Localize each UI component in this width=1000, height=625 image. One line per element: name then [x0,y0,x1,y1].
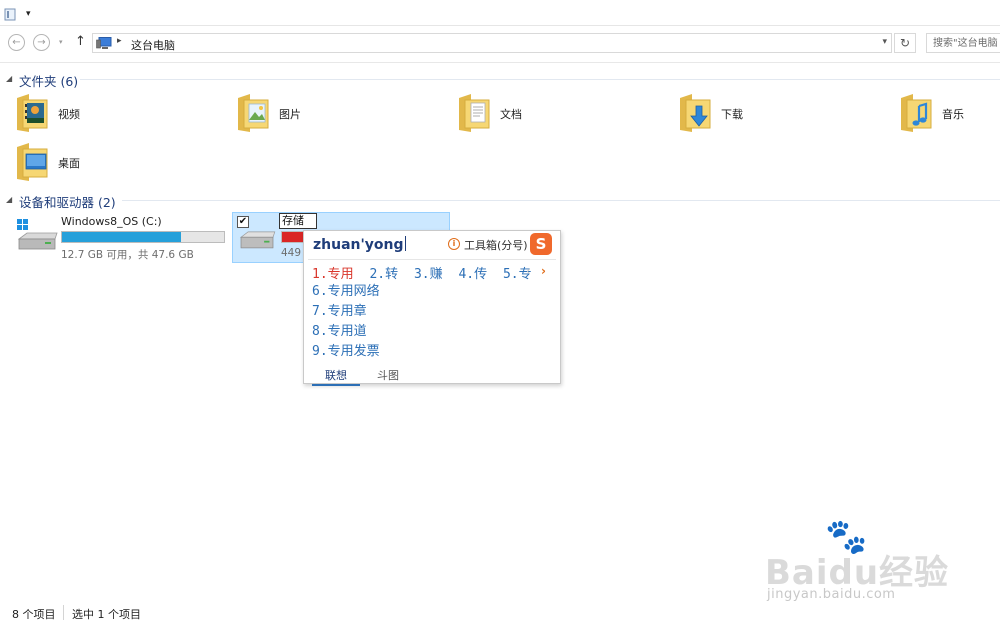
customize-toolbar-icon[interactable]: ▾ [26,9,31,19]
folder-label: 音乐 [942,108,964,121]
status-bar: 8 个项目 选中 1 个项目 [0,601,1000,625]
ime-toolbox-button[interactable]: 工具箱(分号) [464,237,528,253]
devices-section-header[interactable]: ◢ 设备和驱动器 (2) [0,190,1000,210]
folder-label: 图片 [279,108,301,121]
navigation-bar: ← → ▾ ↑ ▸ 这台电脑 ▾ ↻ [0,28,1000,58]
folder-documents[interactable]: 文档 [457,92,657,136]
folder-downloads[interactable]: 下载 [678,92,878,136]
section-divider [80,79,1000,80]
collapse-icon[interactable]: ◢ [6,195,12,204]
folder-label: 视频 [58,108,80,121]
ime-candidate-window: zhuan'yong i 工具箱(分号) S 1.专用 2.转 3.赚 4.传 … [303,230,561,386]
folders-section-title: 文件夹 (6) [19,74,79,89]
sogou-logo-icon[interactable]: S [530,233,552,255]
info-icon[interactable]: i [448,238,460,250]
folder-videos[interactable]: 视频 [15,92,215,136]
ime-candidate[interactable]: 7.专用章 [312,302,380,322]
selection-count: 选中 1 个项目 [72,608,141,621]
ribbon-divider [0,62,1000,63]
status-divider [63,605,64,620]
back-button[interactable]: ← [8,34,25,51]
this-pc-icon [96,37,112,49]
text-caret [404,236,406,251]
ime-tab-meme[interactable]: 斗图 [377,367,399,383]
properties-icon[interactable] [4,8,16,21]
ime-divider [308,259,556,260]
folder-music[interactable]: 音乐 [899,92,1000,136]
drive-icon [239,231,276,249]
folder-pictures[interactable]: 图片 [236,92,436,136]
address-history-icon[interactable]: ▾ [882,37,887,47]
drive-usage-bar [61,231,225,243]
breadcrumb-this-pc[interactable]: 这台电脑 [131,37,175,53]
devices-section-title: 设备和驱动器 (2) [19,195,116,210]
system-drive-icon [17,219,58,250]
address-bar[interactable]: ▸ 这台电脑 ▾ [92,33,892,53]
ime-candidate[interactable]: 1.专用 [312,267,354,282]
baidu-watermark: 🐾 Baidu经验 jingyan.baidu.com [765,517,985,607]
ime-candidate[interactable]: 2.转 [369,267,398,282]
forward-button[interactable]: → [33,34,50,51]
section-divider [122,200,1000,201]
ime-next-page-icon[interactable]: › [541,264,546,278]
ime-candidate[interactable]: 9.专用发票 [312,342,380,362]
desktop-folder-icon [17,143,48,181]
pictures-folder-icon [238,94,269,132]
watermark-site: jingyan.baidu.com [767,587,896,602]
ime-prev-page-icon[interactable]: ‹ [526,264,531,278]
folders-section-header[interactable]: ◢ 文件夹 (6) [0,69,1000,89]
ime-candidate[interactable]: 8.专用道 [312,322,380,342]
drive-free-space: 449 [281,247,302,259]
drive-c[interactable]: Windows8_OS (C:) 12.7 GB 可用，共 47.6 GB [15,213,230,263]
search-box[interactable] [926,33,1000,53]
ime-composition-text: zhuan'yong [313,236,406,253]
ime-candidate[interactable]: 6.专用网络 [312,282,380,302]
ime-tab-association[interactable]: 联想 [312,367,360,386]
ime-candidate[interactable]: 4.传 [458,267,487,282]
up-button[interactable]: ↑ [75,34,86,49]
rename-field[interactable]: 存储 [279,213,317,229]
drive-free-space: 12.7 GB 可用，共 47.6 GB [61,249,194,261]
search-input[interactable] [927,34,1000,52]
documents-folder-icon [459,94,490,132]
folder-label: 下载 [721,108,743,121]
downloads-folder-icon [680,94,711,132]
folder-label: 文档 [500,108,522,121]
ime-candidate-row: 1.专用 2.转 3.赚 4.传 5.专 [312,263,540,282]
ime-tabs: 联想 斗图 [304,365,560,386]
quick-access-toolbar: ▾ [0,0,1000,26]
item-count: 8 个项目 [12,608,56,621]
drive-usage-fill [62,232,181,242]
folder-desktop[interactable]: 桌面 [15,141,215,185]
drive-name: Windows8_OS (C:) [61,215,162,228]
refresh-button[interactable]: ↻ [894,33,916,53]
collapse-icon[interactable]: ◢ [6,74,12,83]
ime-candidate-list: 6.专用网络 7.专用章 8.专用道 9.专用发票 [312,282,380,362]
breadcrumb-separator-icon[interactable]: ▸ [117,36,122,46]
videos-folder-icon [17,94,48,132]
music-folder-icon [901,94,932,132]
ime-candidate[interactable]: 3.赚 [414,267,443,282]
ime-pinyin: zhuan'yong [313,237,404,253]
folder-label: 桌面 [58,157,80,170]
recent-locations-icon[interactable]: ▾ [59,38,63,46]
